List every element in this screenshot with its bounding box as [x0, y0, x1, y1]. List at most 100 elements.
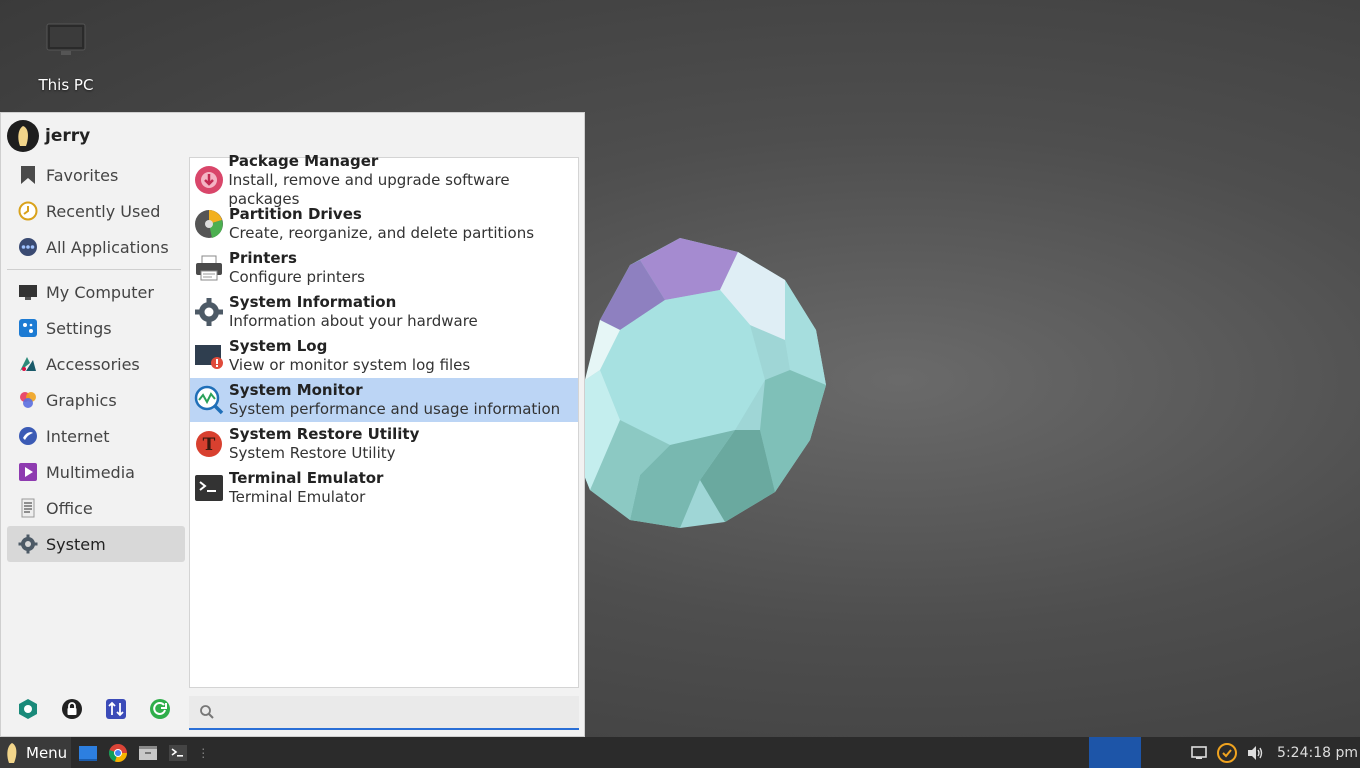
- chrome-icon: [109, 743, 128, 762]
- internet-icon: [17, 425, 39, 447]
- user-avatar-icon: [18, 126, 28, 146]
- monitor-icon: [17, 281, 39, 303]
- lock-screen-button[interactable]: [61, 698, 83, 720]
- show-desktop-icon: [79, 745, 98, 761]
- volume-button[interactable]: [1245, 743, 1265, 763]
- category-label: My Computer: [46, 282, 154, 302]
- avatar[interactable]: [7, 120, 39, 152]
- app-description: View or monitor system log files: [229, 356, 471, 374]
- desktop-icon-label: This PC: [38, 76, 94, 94]
- category-label: Favorites: [46, 165, 119, 185]
- computer-icon: [46, 22, 86, 58]
- app-name: System Information: [229, 293, 397, 311]
- category-label: Recently Used: [46, 201, 161, 221]
- category-list: Favorites Recently Used All Applications…: [7, 157, 185, 562]
- search-input[interactable]: [223, 697, 579, 727]
- settings-icon: [17, 317, 39, 339]
- app-system-restore-utility[interactable]: T System Restore Utility System Restore …: [190, 422, 578, 466]
- category-settings[interactable]: Settings: [7, 310, 185, 346]
- search-box: [189, 696, 579, 730]
- category-label: Settings: [46, 318, 112, 338]
- switch-user-button[interactable]: [105, 698, 127, 720]
- category-label: Multimedia: [46, 462, 135, 482]
- monitor-graph-icon: [193, 384, 225, 416]
- menu-logo-icon: [7, 742, 17, 763]
- desktop-icon-this-pc[interactable]: This PC: [28, 22, 104, 94]
- category-office[interactable]: Office: [7, 490, 185, 526]
- category-accessories[interactable]: Accessories: [7, 346, 185, 382]
- multimedia-icon: [17, 461, 39, 483]
- files-icon: [139, 745, 158, 760]
- log-icon: [193, 340, 225, 372]
- app-description: Create, reorganize, and delete partition…: [229, 224, 535, 242]
- bookmark-icon: [17, 164, 39, 186]
- category-internet[interactable]: Internet: [7, 418, 185, 454]
- app-name: System Monitor: [229, 381, 363, 399]
- menu-button[interactable]: Menu: [0, 737, 72, 768]
- gear-icon: [193, 296, 225, 328]
- app-name: Printers: [229, 249, 297, 267]
- apps-icon: [17, 236, 39, 258]
- software-center-button[interactable]: [17, 698, 39, 720]
- app-description: System performance and usage information: [229, 400, 561, 418]
- category-multimedia[interactable]: Multimedia: [7, 454, 185, 490]
- app-description: Information about your hardware: [229, 312, 478, 330]
- terminal-button[interactable]: [167, 742, 189, 764]
- category-all-applications[interactable]: All Applications: [7, 229, 185, 265]
- category-favorites[interactable]: Favorites: [7, 157, 185, 193]
- launcher-handle[interactable]: ⋮: [197, 746, 209, 760]
- session-actions: [17, 698, 171, 720]
- app-partition-drives[interactable]: Partition Drives Create, reorganize, and…: [190, 202, 578, 246]
- app-description: Configure printers: [229, 268, 365, 286]
- category-label: System: [46, 534, 106, 554]
- workspace-switcher[interactable]: [1089, 737, 1141, 768]
- category-recently-used[interactable]: Recently Used: [7, 193, 185, 229]
- application-list: Package Manager Install, remove and upgr…: [189, 152, 579, 688]
- username: jerry: [45, 126, 91, 146]
- printer-icon: [193, 252, 225, 284]
- app-name: System Log: [229, 337, 328, 355]
- clock[interactable]: 5:24:18 pm: [1277, 745, 1358, 761]
- app-description: Terminal Emulator: [229, 488, 366, 506]
- app-system-monitor[interactable]: System Monitor System performance and us…: [190, 378, 578, 422]
- wallpaper-gem: [570, 238, 826, 528]
- terminal-icon: [169, 744, 188, 761]
- taskbar: Menu ⋮ 5:24:18 pm: [0, 737, 1360, 768]
- graphics-icon: [17, 389, 39, 411]
- app-name: Terminal Emulator: [229, 469, 384, 487]
- restore-icon: T: [193, 428, 225, 460]
- chrome-button[interactable]: [107, 742, 129, 764]
- category-system[interactable]: System: [7, 526, 185, 562]
- accessories-icon: [17, 353, 39, 375]
- category-my-computer[interactable]: My Computer: [7, 274, 185, 310]
- lock-icon: [62, 699, 82, 719]
- display-button[interactable]: [1189, 743, 1209, 763]
- app-system-information[interactable]: System Information Information about you…: [190, 290, 578, 334]
- menu-label: Menu: [26, 743, 68, 762]
- logout-button[interactable]: [149, 698, 171, 720]
- clock-icon: [17, 200, 39, 222]
- app-system-log[interactable]: System Log View or monitor system log fi…: [190, 334, 578, 378]
- gear-icon: [17, 533, 39, 555]
- show-desktop-button[interactable]: [77, 742, 99, 764]
- software-center-icon: [19, 699, 37, 719]
- category-label: Office: [46, 498, 93, 518]
- app-printers[interactable]: Printers Configure printers: [190, 246, 578, 290]
- start-menu: jerry Favorites Recently Used All Applic…: [0, 112, 585, 737]
- disk-icon: [193, 208, 225, 240]
- terminal-icon: [193, 472, 225, 504]
- svg-text:T: T: [203, 435, 216, 455]
- files-button[interactable]: [137, 742, 159, 764]
- category-graphics[interactable]: Graphics: [7, 382, 185, 418]
- app-description: Install, remove and upgrade software pac…: [228, 170, 510, 208]
- volume-icon: [1248, 745, 1263, 760]
- update-icon: [1217, 742, 1238, 763]
- app-terminal-emulator[interactable]: Terminal Emulator Terminal Emulator: [190, 466, 578, 510]
- display-icon: [1191, 745, 1207, 759]
- app-description: System Restore Utility: [229, 444, 396, 462]
- quick-launch: ⋮: [77, 742, 209, 764]
- app-package-manager[interactable]: Package Manager Install, remove and upgr…: [190, 152, 578, 208]
- update-manager-button[interactable]: [1217, 742, 1238, 763]
- category-separator: [7, 269, 181, 270]
- category-label: Graphics: [46, 390, 117, 410]
